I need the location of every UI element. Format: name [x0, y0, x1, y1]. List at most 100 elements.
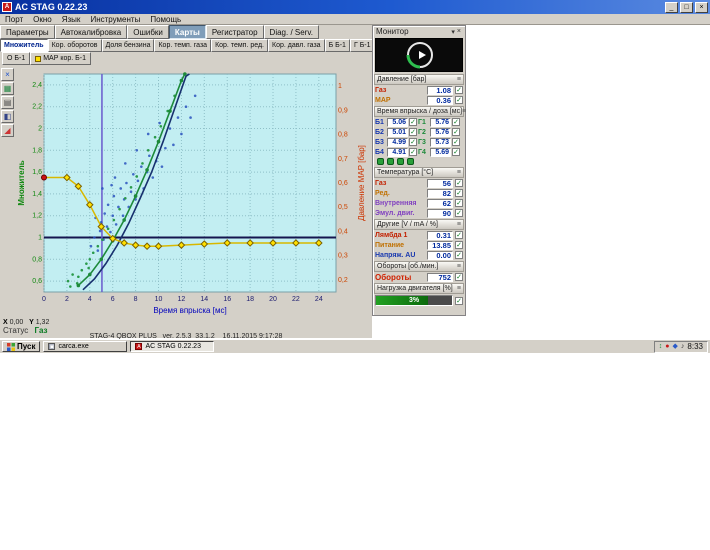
svg-text:0: 0	[42, 296, 46, 303]
tab-map-corr-b1[interactable]: МАР кор. Б-1	[30, 52, 91, 65]
window-title: AC STAG 0.22.23	[15, 2, 665, 12]
tab-recorder[interactable]: Регистратор	[206, 25, 264, 39]
tab-autocalibration[interactable]: Автокалибровка	[55, 25, 128, 39]
checkbox[interactable]: ✓	[455, 86, 463, 94]
tab-reducer-temp-correction[interactable]: Кор. темп. ред.	[211, 39, 268, 52]
menu-tools[interactable]: Инструменты	[85, 15, 145, 24]
checkbox[interactable]: ✓	[409, 128, 417, 136]
menu-help[interactable]: Помощь	[145, 15, 186, 24]
tab-g-b1[interactable]: Г Б-1	[350, 39, 375, 52]
tray-misc-icon[interactable]: ◆	[673, 342, 678, 352]
svg-text:0,8: 0,8	[32, 256, 42, 263]
table-icon[interactable]: ◧	[1, 110, 14, 123]
tab-petrol-share[interactable]: Доля бензина	[102, 39, 155, 52]
checkbox[interactable]: ✓	[452, 128, 460, 136]
engine-load-percent: 3%	[376, 297, 452, 304]
checkbox[interactable]: ✓	[455, 209, 463, 217]
app-window-icon: ▣	[48, 343, 55, 350]
tab-parameters[interactable]: Параметры	[0, 25, 55, 39]
chart-canvas[interactable]: 0246810121416182022240,60,811,21,41,61,8…	[16, 66, 370, 318]
sub-tab-bar: О Б-1 МАР кор. Б-1	[0, 52, 372, 65]
checkbox[interactable]: ✓	[455, 96, 463, 104]
clear-icon[interactable]: ×	[1, 68, 14, 81]
section-menu-icon[interactable]: ≡	[457, 76, 461, 83]
svg-text:0,2: 0,2	[338, 277, 348, 284]
svg-text:2,2: 2,2	[32, 104, 42, 111]
tab-gas-pressure-correction[interactable]: Кор. давл. газа	[268, 39, 325, 52]
menu-window[interactable]: Окно	[28, 15, 57, 24]
svg-text:4: 4	[88, 296, 92, 303]
monitor-panel: Монитор ▾ × Давление [бар]≡ Газ 1.08 ✓	[372, 25, 466, 316]
section-injection-header: Время впрыска / доза [мс]≡	[374, 106, 464, 117]
taskbar: Пуск ▣ carca.exe A AC STAG 0.22.23 ↕ ● ◆…	[0, 339, 710, 353]
monitor-close-icon[interactable]: ×	[456, 28, 462, 35]
section-menu-icon[interactable]: ≡	[457, 285, 461, 292]
section-menu-icon[interactable]: ≡	[462, 108, 466, 115]
checkbox[interactable]: ✓	[455, 179, 463, 187]
maximize-button[interactable]: □	[680, 2, 693, 13]
checkbox[interactable]: ✓	[409, 148, 417, 156]
tab-rpm-correction[interactable]: Кор. оборотов	[48, 39, 102, 52]
multiplier-map-chart[interactable]: 0246810121416182022240,60,811,21,41,61,8…	[16, 66, 370, 318]
tab-multiplier[interactable]: Множитель	[0, 39, 48, 52]
injector-icon	[407, 158, 414, 165]
tab-gas-temp-correction[interactable]: Кор. темп. газа	[154, 39, 211, 52]
menu-port[interactable]: Порт	[0, 15, 28, 24]
title-bar: A AC STAG 0.22.23 _ □ ×	[0, 0, 710, 14]
monitor-row-engine-emul-temp: Эмул. двиг. 90 ✓	[373, 208, 465, 218]
monitor-row-internal-temp: Внутренняя 62 ✓	[373, 198, 465, 208]
checkbox[interactable]: ✓	[409, 138, 417, 146]
tab-diag-serv[interactable]: Diag. / Serv.	[264, 25, 319, 39]
section-menu-icon[interactable]: ≡	[457, 169, 461, 176]
svg-text:Давление MAP [бар]: Давление MAP [бар]	[357, 145, 366, 221]
checkbox[interactable]: ✓	[452, 138, 460, 146]
checkbox[interactable]: ✓	[455, 251, 463, 259]
monitor-row-supply-voltage: Питание 13.85 ✓	[373, 240, 465, 250]
monitor-row-gas-temp: Газ 56 ✓	[373, 178, 465, 188]
checkbox[interactable]: ✓	[455, 231, 463, 239]
checkbox[interactable]: ✓	[409, 118, 417, 126]
monitor-row-reducer-temp: Ред. 82 ✓	[373, 188, 465, 198]
svg-text:1,6: 1,6	[32, 169, 42, 176]
checkbox[interactable]: ✓	[452, 118, 460, 126]
svg-text:1,4: 1,4	[32, 191, 42, 198]
checkbox[interactable]: ✓	[455, 273, 463, 281]
section-pressure-header: Давление [бар]≡	[374, 74, 464, 85]
task-button-ac-stag[interactable]: A AC STAG 0.22.23	[130, 341, 214, 352]
section-menu-icon[interactable]: ≡	[457, 221, 461, 228]
section-other-header: Другие [V / mA / %]≡	[374, 219, 464, 230]
chart-mode-icon[interactable]: ◢	[1, 124, 14, 137]
injector-icon	[377, 158, 384, 165]
svg-text:12: 12	[178, 296, 186, 303]
tray-updown-icon[interactable]: ↕	[659, 342, 663, 352]
checkbox[interactable]: ✓	[455, 189, 463, 197]
svg-text:0,6: 0,6	[32, 278, 42, 285]
checkbox[interactable]: ✓	[455, 297, 463, 305]
print-icon[interactable]: ▤	[1, 96, 14, 109]
checkbox[interactable]: ✓	[455, 199, 463, 207]
tray-volume-icon[interactable]: ♪	[681, 342, 685, 352]
checkbox[interactable]: ✓	[452, 148, 460, 156]
svg-text:1,8: 1,8	[32, 147, 42, 154]
tray-status-icon[interactable]: ●	[665, 342, 669, 352]
menu-language[interactable]: Язык	[57, 15, 86, 24]
close-button[interactable]: ×	[695, 2, 708, 13]
checkbox[interactable]: ✓	[455, 241, 463, 249]
app-icon: A	[2, 2, 12, 12]
section-menu-icon[interactable]: ≡	[457, 263, 461, 270]
tab-errors[interactable]: Ошибки	[127, 25, 169, 39]
svg-text:20: 20	[269, 296, 277, 303]
main-tab-bar: Параметры Автокалибровка Ошибки Карты Ре…	[0, 25, 372, 39]
map-tab-bar: Множитель Кор. оборотов Доля бензина Кор…	[0, 39, 372, 52]
tab-o-b1[interactable]: О Б-1	[2, 52, 30, 65]
start-button[interactable]: Пуск	[2, 341, 40, 352]
minimize-button[interactable]: _	[665, 2, 678, 13]
tab-maps[interactable]: Карты	[169, 25, 206, 39]
svg-text:Множитель: Множитель	[17, 160, 26, 205]
monitor-row-rpm: Обороты 752 ✓	[373, 272, 465, 282]
section-temperature-header: Температура [°C]≡	[374, 167, 464, 178]
task-button-carca[interactable]: ▣ carca.exe	[43, 341, 127, 352]
grid-icon[interactable]: ▦	[1, 82, 14, 95]
tab-b-b1[interactable]: Б Б-1	[325, 39, 350, 52]
svg-text:Время впрыска [мс]: Время впрыска [мс]	[153, 306, 226, 315]
